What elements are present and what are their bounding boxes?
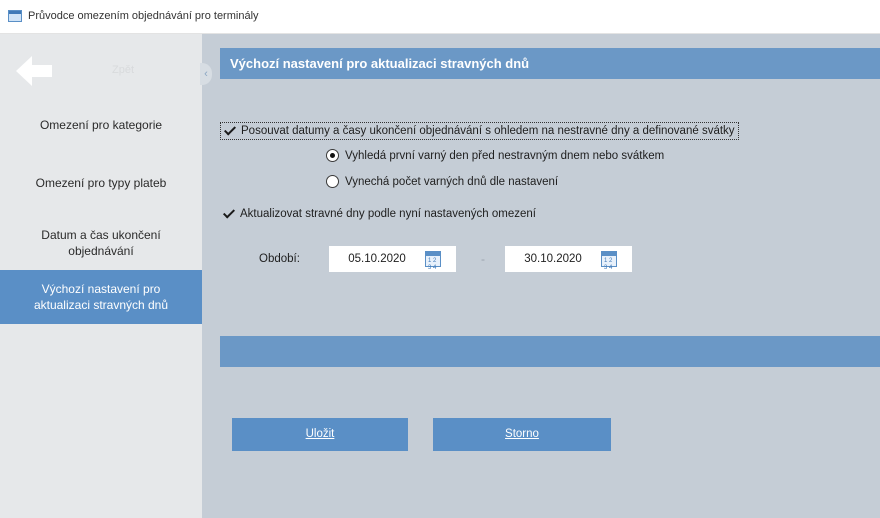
main-content: Výchozí nastavení pro aktualizaci stravn… [202, 34, 880, 518]
shift-dates-label: Posouvat datumy a časy ukončení objednáv… [241, 125, 735, 137]
radio-selected-icon [326, 149, 339, 162]
back-label: Zpět [112, 64, 135, 76]
window-title: Průvodce omezením objednávání pro termin… [28, 10, 259, 22]
sidebar-item-default-settings[interactable]: Výchozí nastavení pro aktualizaci stravn… [0, 270, 202, 324]
title-bar: Průvodce omezením objednávání pro termin… [0, 0, 880, 34]
back-button[interactable] [14, 54, 54, 88]
date-from-value: 05.10.2020 [348, 253, 406, 265]
sidebar-item-categories[interactable]: Omezení pro kategorie [0, 108, 202, 142]
sidebar-item-label: Výchozí nastavení pro aktualizaci stravn… [33, 282, 169, 312]
sidebar: Zpět Omezení pro kategorie Omezení pro t… [0, 34, 202, 518]
radio-first-cooking-day[interactable]: Vyhledá první varný den před nestravným … [326, 149, 664, 162]
calendar-icon[interactable]: 1 2 3 4 [425, 251, 441, 271]
sidebar-item-order-deadline[interactable]: Datum a čas ukončení objednávání [0, 218, 202, 268]
save-button[interactable]: Uložit [232, 418, 408, 451]
shift-dates-checkbox[interactable]: Posouvat datumy a časy ukončení objednáv… [220, 122, 739, 140]
section-header: Výchozí nastavení pro aktualizaci stravn… [220, 48, 880, 79]
date-to-field[interactable]: 30.10.2020 1 2 3 4 [505, 246, 632, 272]
radio-label: Vynechá počet varných dnů dle nastavení [345, 175, 559, 188]
radio-skip-cooking-days[interactable]: Vynechá počet varných dnů dle nastavení [326, 175, 558, 188]
sidebar-item-label: Datum a čas ukončení objednávání [41, 228, 161, 258]
checkmark-icon [222, 207, 236, 221]
period-separator: - [481, 252, 485, 266]
calendar-icon[interactable]: 1 2 3 4 [601, 251, 617, 271]
radio-label: Vyhledá první varný den před nestravným … [345, 149, 665, 162]
sidebar-item-payment-types[interactable]: Omezení pro typy plateb [0, 166, 202, 200]
period-label: Období: [259, 253, 300, 265]
arrow-left-icon [16, 56, 52, 86]
divider-bar [220, 336, 880, 367]
chevron-left-icon: ‹ [204, 68, 208, 80]
date-to-value: 30.10.2020 [524, 253, 582, 265]
checkmark-icon [223, 124, 237, 138]
update-days-checkbox[interactable]: Aktualizovat stravné dny podle nyní nast… [222, 207, 536, 221]
app-window-icon [8, 10, 22, 22]
sidebar-item-label: Omezení pro typy plateb [35, 176, 167, 190]
date-from-field[interactable]: 05.10.2020 1 2 3 4 [329, 246, 456, 272]
update-days-label: Aktualizovat stravné dny podle nyní nast… [240, 208, 536, 220]
cancel-button[interactable]: Storno [433, 418, 611, 451]
radio-unselected-icon [326, 175, 339, 188]
sidebar-item-label: Omezení pro kategorie [39, 118, 163, 132]
